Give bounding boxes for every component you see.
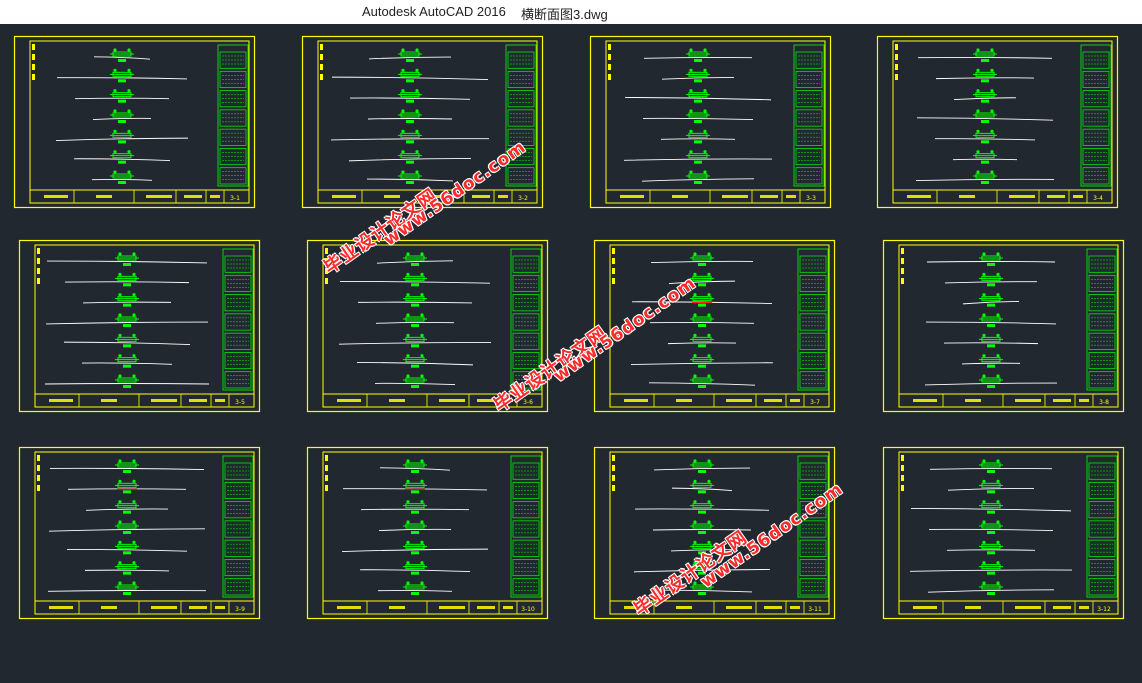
app-title: Autodesk AutoCAD 2016: [362, 4, 506, 19]
drawing-canvas[interactable]: 3-1 3-2 3-3 3-4 3-5 3-6 3-7 3-8 3-9 3-10 3-11 3-12 …: [0, 24, 1142, 683]
drawing-sheet[interactable]: 3-9: [18, 446, 261, 620]
drawing-sheet[interactable]: 3-2: [301, 35, 544, 209]
sheet-number: 3-3: [806, 195, 816, 202]
drawing-sheet[interactable]: 3-11: [593, 446, 836, 620]
sheet-number: 3-12: [1097, 606, 1111, 613]
title-bar: Autodesk AutoCAD 2016 横断面图3.dwg: [0, 0, 1142, 24]
sheet-number: 3-5: [235, 399, 245, 406]
drawing-sheet[interactable]: 3-1: [13, 35, 256, 209]
drawing-sheet[interactable]: 3-3: [589, 35, 832, 209]
sheet-number: 3-2: [518, 195, 528, 202]
sheet-number: 3-8: [1099, 399, 1109, 406]
sheet-number: 3-7: [810, 399, 820, 406]
drawing-sheet[interactable]: 3-12: [882, 446, 1125, 620]
file-name: 横断面图3.dwg: [521, 7, 608, 22]
drawing-sheet[interactable]: 3-8: [882, 239, 1125, 413]
drawing-sheet[interactable]: 3-4: [876, 35, 1119, 209]
drawing-sheet[interactable]: 3-5: [18, 239, 261, 413]
sheet-number: 3-11: [808, 606, 822, 613]
sheet-number: 3-9: [235, 606, 245, 613]
drawing-sheet[interactable]: 3-10: [306, 446, 549, 620]
sheet-number: 3-4: [1093, 195, 1103, 202]
sheet-number: 3-10: [521, 606, 535, 613]
sheet-number: 3-1: [230, 195, 240, 202]
